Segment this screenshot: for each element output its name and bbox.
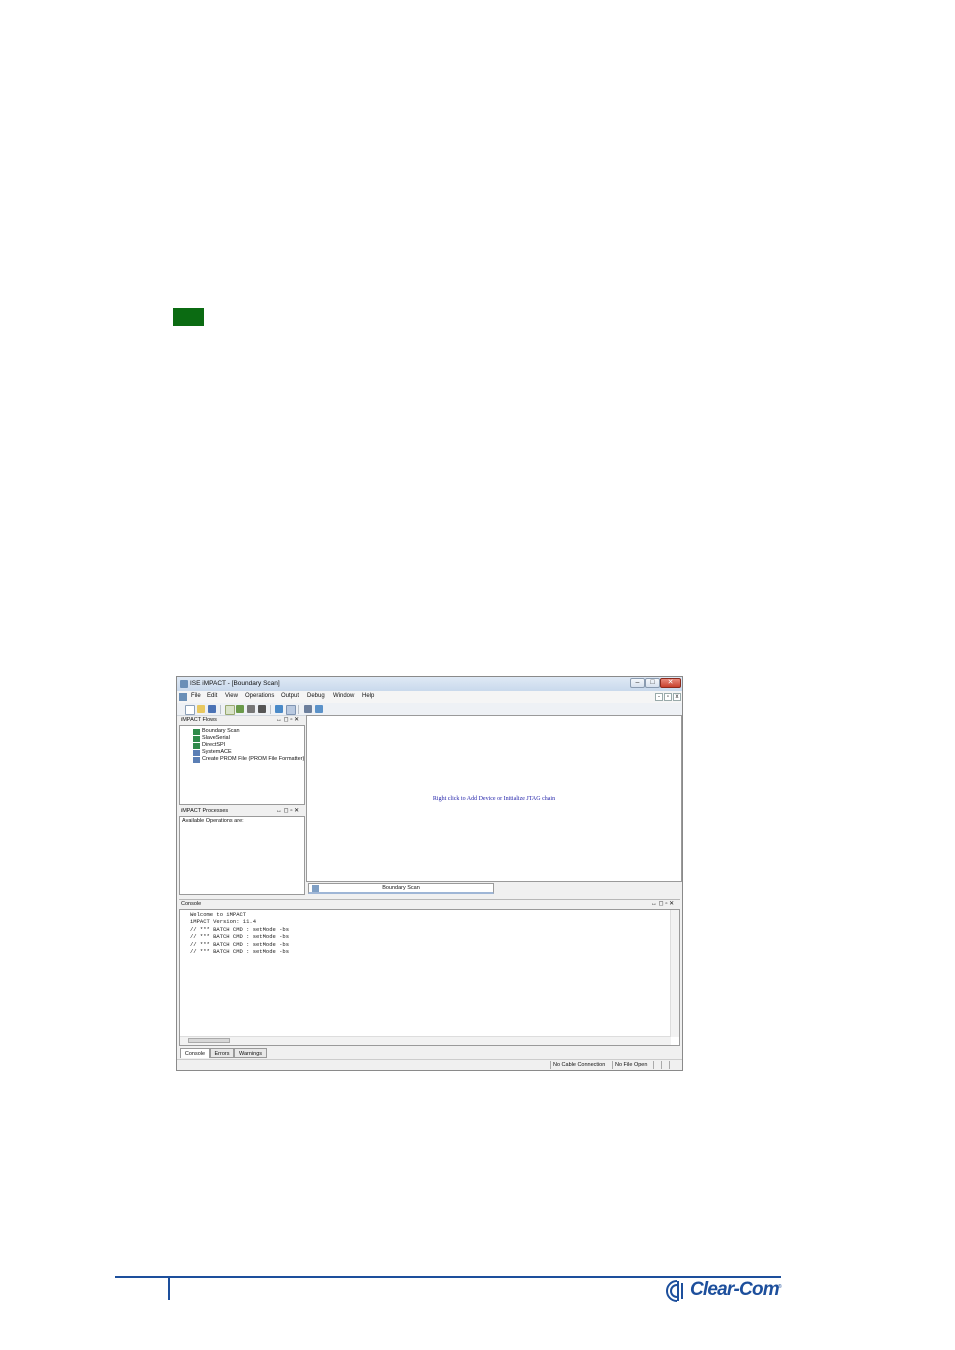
flow-item-label: DirectSPI [202,742,226,748]
wrench-icon[interactable] [304,705,312,713]
console-title: Console [181,901,202,907]
toolbar-separator [220,705,221,714]
horizontal-scrollbar[interactable] [180,1036,671,1045]
mdi-close-icon[interactable]: x [673,693,681,701]
flows-panel-header: iMPACT Flows ↔ ◻ ▫ ✕ [179,716,305,724]
boundary-scan-canvas[interactable]: Right click to Add Device or Initialize … [306,715,682,882]
clear-com-logo-mark-icon [666,1280,683,1302]
status-cell-empty [669,1061,678,1069]
footer-divider [168,1278,170,1300]
window-titlebar: ISE iMPACT - [Boundary Scan] – □ ✕ [177,677,682,692]
menu-window[interactable]: Window [333,693,354,699]
clear-com-logo-text: Clear-Com [690,1279,780,1300]
close-button[interactable]: ✕ [660,678,681,688]
toolbar-separator [298,705,299,714]
clear-com-logo: Clear-Com ® [664,1277,784,1305]
console-line: Welcome to iMPACT [190,911,247,918]
tab-errors[interactable]: Errors [210,1048,234,1058]
menu-edit[interactable]: Edit [207,693,217,699]
panel-controls-icon[interactable]: ↔ ◻ ▫ ✕ [276,716,299,724]
minimize-button[interactable]: – [630,678,645,688]
menu-operations[interactable]: Operations [245,693,274,699]
open-folder-icon[interactable] [197,705,205,713]
processes-panel-text: Available Operations are: [182,818,244,824]
menu-help[interactable]: Help [362,693,374,699]
mdi-restore-icon[interactable]: ▫ [664,693,672,701]
console-output[interactable]: Welcome to iMPACT iMPACT Version: 11.4 /… [179,909,680,1046]
console-line: // *** BATCH CMD : setMode -bs [190,948,290,955]
new-file-icon[interactable] [185,705,195,715]
chain-icon [193,743,200,749]
menu-view[interactable]: View [225,693,238,699]
flow-item-label: SystemACE [202,749,232,755]
flow-item-boundary-scan[interactable]: Boundary Scan [193,728,240,735]
chain-icon [193,729,200,735]
flow-item-label: Create PROM File (PROM File Formatter) [202,756,305,762]
vertical-scrollbar[interactable] [670,910,679,1037]
scrollbar-thumb[interactable] [188,1038,230,1043]
copy-icon[interactable] [225,705,235,715]
green-marker [173,308,204,326]
impact-window-screenshot: ISE iMPACT - [Boundary Scan] – □ ✕ File … [176,676,683,1071]
flows-panel-title: iMPACT Flows [181,717,217,723]
save-icon[interactable] [208,705,216,713]
document-icon [179,693,187,701]
processes-panel: Available Operations are: [179,816,305,895]
status-cable: No Cable Connection [550,1061,613,1069]
tab-console[interactable]: Console [180,1048,210,1058]
flow-item-systemace[interactable]: SystemACE [193,749,232,756]
processes-panel-title: iMPACT Processes [181,808,229,814]
status-file: No File Open [612,1061,655,1069]
file-icon [193,757,200,763]
window-icon[interactable] [286,705,296,715]
file-icon [193,750,200,756]
menu-file[interactable]: File [191,693,201,699]
cut-icon[interactable] [247,705,255,713]
tab-label: Boundary Scan [382,885,420,891]
flows-panel: Boundary Scan SlaveSerial DirectSPI Syst… [179,725,305,805]
menu-output[interactable]: Output [281,693,299,699]
app-icon [180,680,188,688]
tab-warnings[interactable]: Warnings [234,1048,267,1058]
paste-icon[interactable] [236,705,244,713]
delete-icon[interactable] [258,705,266,713]
maximize-button[interactable]: □ [645,678,660,688]
canvas-hint: Right click to Add Device or Initialize … [432,796,556,802]
flow-item-directspi[interactable]: DirectSPI [193,742,226,749]
console-line: iMPACT Version: 11.4 [190,918,257,925]
panel-controls-icon[interactable]: ↔ ◻ ▫ ✕ [276,807,299,815]
flow-item-label: Boundary Scan [202,728,240,734]
tile-icon[interactable] [275,705,283,713]
mdi-minimize-icon[interactable]: - [655,693,663,701]
help-icon[interactable] [315,705,323,713]
registered-mark: ® [778,1284,782,1290]
tab-boundary-scan[interactable]: Boundary Scan [308,883,494,894]
console-header: Console ↔ ◻ ▫ ✕ [179,899,680,907]
flow-item-create-prom[interactable]: Create PROM File (PROM File Formatter) [193,756,305,763]
console-line: // *** BATCH CMD : setMode -bs [190,926,290,933]
document-tab-bar: Boundary Scan [306,882,682,896]
flow-item-slaveserial[interactable]: SlaveSerial [193,735,230,742]
processes-panel-header: iMPACT Processes ↔ ◻ ▫ ✕ [179,807,305,815]
panel-controls-icon[interactable]: ↔ ◻ ▫ ✕ [651,900,674,908]
toolbar-separator [270,705,271,714]
flow-item-label: SlaveSerial [202,735,230,741]
window-title: ISE iMPACT - [Boundary Scan] [190,680,280,687]
console-line: // *** BATCH CMD : setMode -bs [190,933,290,940]
chain-icon [193,736,200,742]
status-bar: No Cable Connection No File Open [177,1059,682,1070]
console-line: // *** BATCH CMD : setMode -bs [190,941,290,948]
menu-debug[interactable]: Debug [307,693,325,699]
